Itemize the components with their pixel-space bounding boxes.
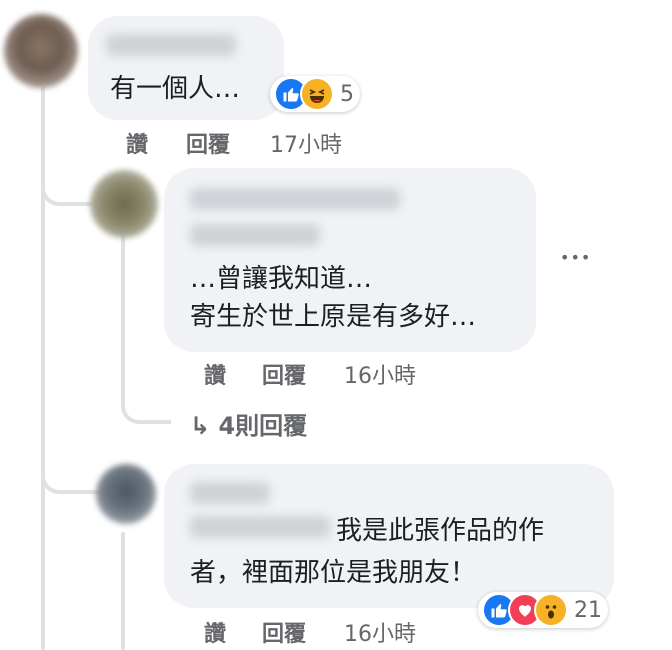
like-button[interactable]: 讚 (204, 616, 226, 648)
reaction-summary[interactable]: 21 (478, 592, 608, 628)
avatar[interactable] (90, 170, 158, 238)
thread-line-sub (121, 532, 125, 650)
reaction-count: 5 (340, 81, 354, 107)
avatar[interactable] (4, 14, 78, 88)
timestamp[interactable]: 16小時 (344, 358, 416, 390)
author-name-cont (190, 224, 320, 246)
like-button[interactable]: 讚 (126, 127, 148, 159)
comment-text-line-2: 者，裡面那位是我朋友！ (190, 558, 477, 588)
thread-branch-2 (41, 430, 101, 494)
author-name[interactable] (190, 482, 270, 504)
author-name[interactable] (190, 188, 400, 210)
comment-bubble: …曾讓我知道… 寄生於世上原是有多好… (164, 168, 536, 352)
timestamp[interactable]: 17小時 (270, 127, 342, 159)
comment-bubble: 我是此張作品的作 者，裡面那位是我朋友！ (164, 464, 614, 608)
haha-icon (300, 77, 334, 111)
author-name-cont (190, 516, 330, 538)
comment-text-line-1: …曾讓我知道… (190, 264, 373, 294)
view-replies-link[interactable]: ↳ 4則回覆 (190, 406, 307, 441)
comment-text: 有一個人… (110, 74, 241, 104)
more-options-icon[interactable]: ••• (560, 248, 591, 267)
comment-text-line-2: 寄生於世上原是有多好… (190, 302, 477, 332)
comment-text-line-1: 我是此張作品的作 (336, 516, 545, 546)
reply-button[interactable]: 回覆 (186, 127, 230, 159)
author-name[interactable] (106, 34, 236, 56)
wow-icon (534, 593, 568, 627)
comment-bubble: 有一個人… (88, 16, 284, 120)
timestamp[interactable]: 16小時 (344, 616, 416, 648)
reaction-summary[interactable]: 5 (270, 76, 360, 112)
reply-button[interactable]: 回覆 (262, 358, 306, 390)
reply-button[interactable]: 回覆 (262, 616, 306, 648)
reaction-count: 21 (574, 597, 602, 623)
avatar[interactable] (96, 464, 156, 524)
like-button[interactable]: 讚 (204, 358, 226, 390)
